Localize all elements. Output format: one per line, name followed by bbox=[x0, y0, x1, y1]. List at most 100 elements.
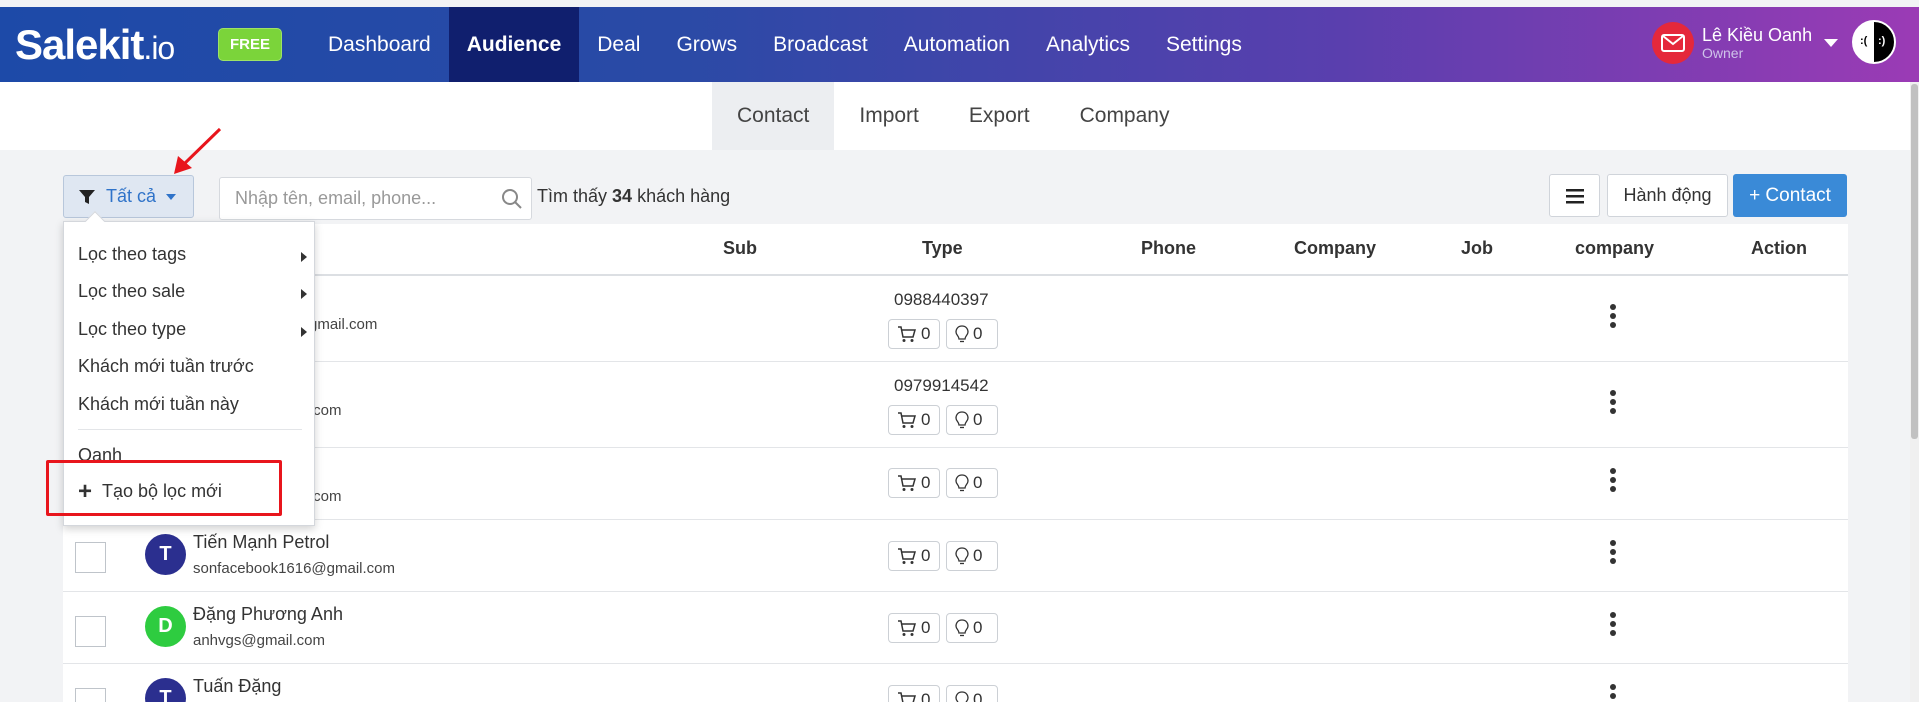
avatar: D bbox=[145, 606, 186, 647]
filter-icon bbox=[79, 189, 95, 204]
annotation-arrow-icon bbox=[174, 127, 222, 174]
col-company-custom[interactable]: company bbox=[1575, 238, 1654, 259]
orders-pill[interactable]: 0 bbox=[888, 685, 940, 702]
nav-broadcast[interactable]: Broadcast bbox=[755, 7, 886, 82]
list-view-button[interactable] bbox=[1549, 174, 1600, 217]
filter-by-sale[interactable]: Lọc theo sale bbox=[78, 281, 185, 302]
tab-contact[interactable]: Contact bbox=[712, 82, 835, 150]
cart-icon bbox=[898, 548, 916, 564]
search-input[interactable] bbox=[220, 178, 490, 219]
row-checkbox[interactable] bbox=[75, 688, 106, 702]
contact-name[interactable]: Đặng Phương Anh bbox=[193, 604, 343, 625]
cart-icon bbox=[898, 475, 916, 491]
user-name: Lê Kiều Oanh bbox=[1702, 25, 1813, 45]
tab-export[interactable]: Export bbox=[944, 82, 1055, 150]
contact-name[interactable]: Tuấn Đặng bbox=[193, 676, 281, 697]
col-action[interactable]: Action bbox=[1751, 238, 1807, 259]
nav-deal[interactable]: Deal bbox=[579, 7, 658, 82]
col-company[interactable]: Company bbox=[1294, 238, 1376, 259]
hamburger-icon bbox=[1565, 188, 1584, 203]
contact-phone: 0979914542 bbox=[894, 376, 989, 395]
deals-pill[interactable]: 0 bbox=[946, 541, 998, 571]
mail-icon[interactable] bbox=[1652, 22, 1694, 64]
result-count: Tìm thấy 34 khách hàng bbox=[537, 186, 731, 206]
col-sub[interactable]: Sub bbox=[723, 238, 757, 259]
top-navbar: Salekit.io FREE Dashboard Audience Deal … bbox=[0, 7, 1919, 82]
more-options-icon[interactable] bbox=[1610, 468, 1616, 495]
contact-name[interactable]: Tiến Mạnh Petrol bbox=[193, 532, 329, 553]
deals-pill[interactable]: 0 bbox=[946, 468, 998, 498]
add-contact-button[interactable]: + Contact bbox=[1733, 174, 1847, 217]
orders-pill[interactable]: 0 bbox=[888, 613, 940, 643]
row-checkbox[interactable] bbox=[75, 616, 106, 647]
caret-right-icon bbox=[301, 252, 307, 262]
filter-new-last-week[interactable]: Khách mới tuần trước bbox=[78, 356, 254, 377]
more-options-icon[interactable] bbox=[1610, 684, 1616, 702]
table-row[interactable]: T Tiến Mạnh Petrol sonfacebook1616@gmail… bbox=[63, 520, 1848, 592]
more-options-icon[interactable] bbox=[1610, 304, 1616, 331]
deals-pill[interactable]: 0 bbox=[946, 613, 998, 643]
filter-new-this-week[interactable]: Khách mới tuần này bbox=[78, 394, 239, 415]
bulk-action-button[interactable]: Hành động bbox=[1607, 174, 1728, 217]
avatar[interactable]: :( :) bbox=[1852, 20, 1896, 64]
table-row[interactable]: T Tuấn Đặng 0 0 bbox=[63, 664, 1848, 702]
table-row[interactable]: gmail.com 0988440397 0 0 bbox=[63, 276, 1848, 362]
user-menu[interactable]: Lê Kiều Oanh Owner bbox=[1652, 21, 1839, 65]
highlight-annotation bbox=[46, 460, 282, 516]
plan-badge: FREE bbox=[218, 28, 283, 61]
orders-pill[interactable]: 0 bbox=[888, 405, 940, 435]
contact-email: sonfacebook1616@gmail.com bbox=[193, 560, 396, 577]
table-row[interactable]: .com 0979914542 0 0 bbox=[63, 362, 1848, 448]
tab-import[interactable]: Import bbox=[834, 82, 944, 150]
cart-icon bbox=[898, 412, 916, 428]
main-nav: Dashboard Audience Deal Grows Broadcast … bbox=[310, 7, 1260, 82]
filter-by-type[interactable]: Lọc theo type bbox=[78, 319, 186, 340]
filter-by-tags[interactable]: Lọc theo tags bbox=[78, 244, 186, 265]
lightbulb-icon bbox=[955, 411, 969, 429]
tab-company[interactable]: Company bbox=[1055, 82, 1195, 150]
deals-pill[interactable]: 0 bbox=[946, 685, 998, 702]
nav-dashboard[interactable]: Dashboard bbox=[310, 7, 449, 82]
lightbulb-icon bbox=[955, 325, 969, 343]
orders-pill[interactable]: 0 bbox=[888, 319, 940, 349]
nav-audience[interactable]: Audience bbox=[448, 7, 580, 82]
deals-pill[interactable]: 0 bbox=[946, 319, 998, 349]
lightbulb-icon bbox=[955, 691, 969, 702]
search-icon[interactable] bbox=[501, 188, 523, 210]
user-role: Owner bbox=[1702, 45, 1744, 61]
caret-right-icon bbox=[301, 327, 307, 337]
deals-pill[interactable]: 0 bbox=[946, 405, 998, 435]
nav-automation[interactable]: Automation bbox=[886, 7, 1028, 82]
nav-analytics[interactable]: Analytics bbox=[1028, 7, 1148, 82]
nav-grows[interactable]: Grows bbox=[658, 7, 755, 82]
lightbulb-icon bbox=[955, 547, 969, 565]
sub-navbar: Contact Import Export Company bbox=[0, 82, 1910, 150]
caret-down-icon bbox=[166, 193, 177, 200]
more-options-icon[interactable] bbox=[1610, 540, 1616, 567]
chevron-down-icon[interactable] bbox=[1824, 39, 1839, 47]
filter-button[interactable]: Tất cả bbox=[63, 175, 194, 218]
avatar: T bbox=[145, 534, 186, 575]
more-options-icon[interactable] bbox=[1610, 390, 1616, 417]
scrollbar-thumb[interactable] bbox=[1911, 84, 1918, 439]
table-row[interactable]: D Đặng Phương Anh anhvgs@gmail.com 0 0 bbox=[63, 592, 1848, 664]
col-job[interactable]: Job bbox=[1461, 238, 1493, 259]
salekit-logo[interactable]: Salekit.io bbox=[15, 21, 175, 69]
contact-email: gmail.com bbox=[309, 316, 378, 333]
orders-pill[interactable]: 0 bbox=[888, 541, 940, 571]
col-type[interactable]: Type bbox=[922, 238, 963, 259]
lightbulb-icon bbox=[955, 474, 969, 492]
nav-settings[interactable]: Settings bbox=[1148, 7, 1260, 82]
search-box bbox=[219, 177, 532, 220]
caret-right-icon bbox=[301, 289, 307, 299]
cart-icon bbox=[898, 692, 916, 702]
table-row[interactable]: .com 0 0 bbox=[63, 448, 1848, 520]
contacts-table: Sub Type Phone Company Job company Actio… bbox=[63, 224, 1848, 702]
lightbulb-icon bbox=[955, 619, 969, 637]
more-options-icon[interactable] bbox=[1610, 612, 1616, 639]
table-header: Sub Type Phone Company Job company Actio… bbox=[63, 224, 1848, 276]
row-checkbox[interactable] bbox=[75, 542, 106, 573]
orders-pill[interactable]: 0 bbox=[888, 468, 940, 498]
dropdown-divider bbox=[78, 429, 302, 430]
col-phone[interactable]: Phone bbox=[1141, 238, 1196, 259]
